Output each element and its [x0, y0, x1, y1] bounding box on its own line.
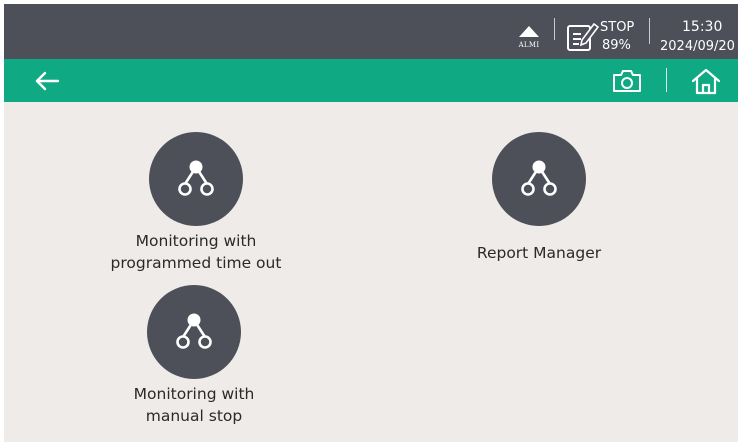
toolbar-divider [666, 68, 667, 92]
back-button[interactable] [30, 59, 64, 102]
workflow-icon [521, 160, 557, 196]
camera-icon [613, 69, 641, 92]
arrow-left-icon [35, 71, 60, 90]
app-icon-circle [147, 285, 241, 379]
app-label: Report Manager [476, 244, 602, 262]
app-label: Monitoring with programmed time out [110, 232, 282, 272]
battery-level: 89% [602, 38, 631, 53]
status-bar: ALMI STOP 89% 15:30 2024/09/20 [4, 4, 738, 59]
clock-date: 2024/09/20 [660, 39, 735, 54]
toolbar [4, 59, 738, 102]
app-monitoring-manual-stop[interactable]: Monitoring with manual stop [94, 285, 294, 427]
status-divider [649, 18, 650, 44]
home-icon [691, 68, 721, 94]
status-divider [554, 18, 555, 40]
app-icon-circle [492, 132, 586, 226]
app-grid: Monitoring with programmed time out Repo… [4, 102, 738, 442]
workflow-icon [176, 313, 212, 349]
app-icon-circle [149, 132, 243, 226]
alarm-label: ALMI [518, 41, 540, 49]
home-button[interactable] [686, 59, 726, 102]
clock-time: 15:30 [682, 19, 723, 35]
alarm-triangle-icon [519, 26, 539, 37]
edit-icon[interactable] [564, 18, 600, 54]
app-monitoring-time-out[interactable]: Monitoring with programmed time out [96, 132, 296, 274]
alarm-indicator[interactable]: ALMI [514, 24, 544, 58]
device-state: STOP [600, 20, 635, 35]
app-report-manager[interactable]: Report Manager [439, 132, 639, 264]
app-label: Monitoring with manual stop [133, 385, 255, 425]
camera-button[interactable] [608, 59, 646, 102]
workflow-icon [178, 160, 214, 196]
